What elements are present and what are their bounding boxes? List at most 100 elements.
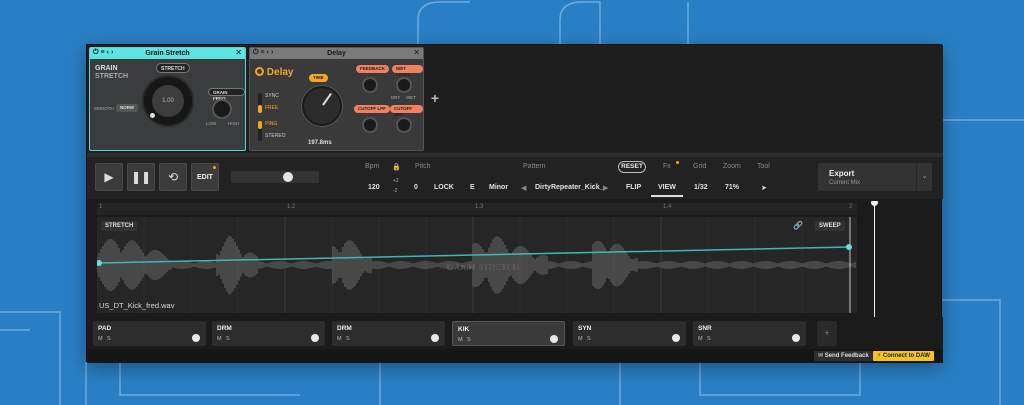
grid-label: Grid — [693, 163, 707, 170]
stretch-knob[interactable]: 1.00 — [142, 75, 194, 127]
tool-label: Tool — [757, 163, 770, 170]
plugin-strip: ⏻≡‹› Grain Stretch ✕ GRAIN STRETCH STRET… — [87, 45, 943, 153]
mute-button[interactable]: M — [98, 336, 103, 342]
fx-label[interactable]: Fx — [663, 163, 671, 170]
sweep-chip[interactable]: SWEEP — [815, 221, 845, 231]
time-knob[interactable] — [302, 86, 342, 126]
key-value[interactable]: E — [470, 184, 475, 191]
scale-value[interactable]: Minor — [489, 184, 508, 191]
slider-knob[interactable] — [283, 172, 293, 182]
ping-stereo-toggle[interactable] — [258, 121, 262, 141]
timeline-ruler[interactable]: 1 1.2 1.3 1.4 2 — [97, 203, 857, 215]
wet-level-knob[interactable] — [396, 77, 412, 93]
mute-button[interactable]: M — [578, 336, 583, 342]
stretch-label: STRETCH — [156, 63, 190, 73]
reset-button[interactable]: RESET — [618, 161, 646, 173]
pattern-label: Pattern — [523, 163, 546, 170]
track-kik[interactable]: KIK M S — [452, 321, 565, 346]
cursor-tool-icon[interactable]: ➤ — [761, 184, 767, 192]
ruler-tick: 1 — [99, 204, 103, 210]
solo-button[interactable]: S — [346, 336, 350, 342]
mute-button[interactable]: M — [217, 336, 222, 342]
plugin-title-bar: ⏻≡‹› Grain Stretch ✕ — [90, 48, 245, 59]
plugin-controls-icons[interactable]: ⏻≡‹› — [93, 49, 115, 57]
track-volume-knob[interactable] — [431, 334, 439, 342]
zoom-value[interactable]: 71% — [725, 184, 739, 191]
export-button[interactable]: Export Current Mix ⌄ — [818, 163, 932, 191]
transport-bar: ▶ ❚❚ ⟲ EDIT Bpm 120 🔒 +2 -2 Pitch 0 LOCK… — [87, 157, 943, 199]
waveform-editor[interactable]: STRETCH 🔗 SWEEP GRAIN STRETCH US_DT_Kick… — [97, 217, 857, 313]
track-volume-knob[interactable] — [192, 334, 200, 342]
solo-button[interactable]: S — [107, 336, 111, 342]
lock-icon[interactable]: 🔒 — [392, 163, 401, 171]
high-label: HIGH — [228, 121, 240, 126]
pattern-next-icon[interactable]: ▶ — [603, 184, 608, 192]
plugin-controls-icons[interactable]: ⏻≡‹› — [253, 49, 275, 57]
mute-button[interactable]: M — [698, 336, 703, 342]
chevron-down-icon[interactable]: ⌄ — [916, 163, 932, 191]
playhead[interactable] — [871, 201, 878, 317]
delay-plugin[interactable]: ⏻≡‹› Delay ✕ Delay TIME FEEDBACK WET LEV… — [249, 47, 424, 151]
pitch-down[interactable]: -2 — [393, 188, 397, 194]
sync-label[interactable]: SYNC — [265, 93, 279, 99]
lock-button[interactable]: LOCK — [434, 184, 454, 191]
solo-button[interactable]: S — [467, 337, 471, 343]
volume-slider[interactable] — [231, 171, 319, 183]
feedback-knob[interactable] — [362, 77, 378, 93]
link-icon[interactable]: 🔗 — [793, 221, 803, 230]
connect-daw-button[interactable]: ⚡ Connect to DAW — [873, 351, 934, 361]
ping-label[interactable]: PING — [265, 121, 277, 127]
grid-value[interactable]: 1/32 — [694, 184, 708, 191]
pattern-prev-icon[interactable]: ◀ — [521, 184, 526, 192]
track-pad[interactable]: PAD M S — [93, 321, 206, 346]
solo-button[interactable]: S — [226, 336, 230, 342]
pause-button[interactable]: ❚❚ — [127, 163, 155, 191]
ruler-tick: 1.3 — [475, 204, 484, 210]
track-volume-knob[interactable] — [672, 334, 680, 342]
grain-freq-label: GRAIN FREQ — [208, 88, 245, 101]
view-button[interactable]: VIEW — [658, 184, 676, 191]
mute-button[interactable]: M — [458, 337, 463, 343]
track-drm-2[interactable]: DRM M S — [332, 321, 445, 346]
playhead-handle[interactable] — [871, 201, 878, 206]
track-volume-knob[interactable] — [311, 334, 319, 342]
solo-button[interactable]: S — [587, 336, 591, 342]
grain-freq-knob[interactable] — [212, 99, 232, 119]
track-drm-1[interactable]: DRM M S — [212, 321, 325, 346]
track-volume-knob[interactable] — [792, 334, 800, 342]
add-plugin-button[interactable]: + — [429, 91, 441, 105]
send-feedback-button[interactable]: ✉ Send Feedback — [814, 351, 873, 361]
play-button[interactable]: ▶ — [95, 163, 123, 191]
edit-button[interactable]: EDIT — [191, 163, 219, 191]
pitch-up[interactable]: +2 — [393, 178, 399, 184]
bpm-value[interactable]: 120 — [368, 184, 380, 191]
pattern-value[interactable]: DirtyRepeater_Kick_ — [535, 184, 603, 191]
mail-icon: ✉ — [818, 353, 825, 359]
sync-free-toggle[interactable] — [258, 93, 262, 113]
loop-button[interactable]: ⟲ — [159, 163, 187, 191]
wet-level-label: WET LEVEL — [392, 65, 423, 77]
edit-indicator — [213, 166, 216, 169]
add-track-button[interactable]: + — [817, 321, 837, 346]
solo-button[interactable]: S — [707, 336, 711, 342]
track-syn[interactable]: SYN M S — [573, 321, 686, 346]
pitch-value[interactable]: 0 — [414, 184, 418, 191]
app-window: ⏻≡‹› Grain Stretch ✕ GRAIN STRETCH STRET… — [86, 44, 943, 363]
mute-button[interactable]: M — [337, 336, 342, 342]
track-snr[interactable]: SNR M S — [693, 321, 806, 346]
cutoff-lpf-knob[interactable] — [362, 117, 378, 133]
close-icon[interactable]: ✕ — [413, 48, 420, 57]
knob-indicator — [150, 113, 155, 118]
low-label: LOW — [206, 121, 217, 126]
stereo-label[interactable]: STEREO — [265, 133, 286, 139]
free-label[interactable]: FREE — [265, 105, 278, 111]
grain-stretch-plugin[interactable]: ⏻≡‹› Grain Stretch ✕ GRAIN STRETCH STRET… — [89, 47, 246, 151]
mode-button[interactable]: NORM — [116, 104, 138, 112]
track-volume-knob[interactable] — [550, 335, 558, 343]
stretch-chip[interactable]: STRETCH — [101, 221, 138, 231]
delay-logo: Delay — [255, 67, 293, 78]
close-icon[interactable]: ✕ — [235, 48, 242, 57]
wet-label: WET — [406, 95, 416, 100]
cutoff-hpf-knob[interactable] — [396, 117, 412, 133]
flip-button[interactable]: FLIP — [626, 184, 641, 191]
